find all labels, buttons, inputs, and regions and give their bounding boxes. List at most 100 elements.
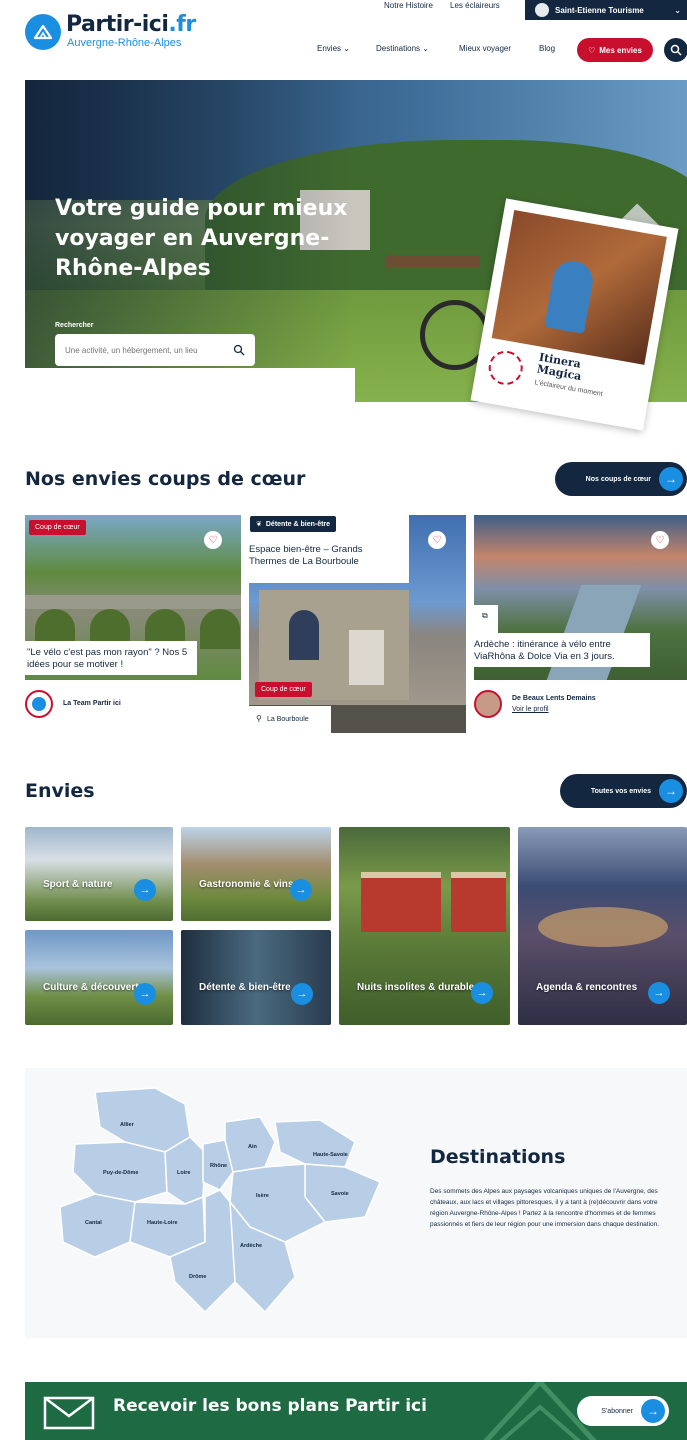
envie-tile-gastronomie[interactable]: Gastronomie & vins → <box>181 827 331 921</box>
nav-mieux-voyager[interactable]: Mieux voyager <box>459 44 511 53</box>
explorer-tagline: L'éclaireur du moment <box>533 379 604 399</box>
map-label-loire: Loire <box>177 1170 190 1176</box>
arrow-right-icon: → <box>134 983 156 1005</box>
thermes-door <box>289 610 319 660</box>
logo-icon <box>32 697 46 711</box>
envie-tile-sport[interactable]: Sport & nature → <box>25 827 173 921</box>
envie-label: Gastronomie & vins <box>199 879 294 890</box>
all-envies-button[interactable]: Toutes vos envies → <box>560 774 687 808</box>
explorer-name: Itinera Magica <box>535 350 583 384</box>
envie-label: Nuits insolites & durables <box>357 982 480 993</box>
hero-picnic-table <box>385 255 480 267</box>
author-avatar[interactable] <box>474 690 502 718</box>
envie-tile-nuits[interactable]: Nuits insolites & durables → <box>339 827 510 1025</box>
subscribe-button[interactable]: S'abonner → <box>577 1396 669 1426</box>
region-map: Allier Puy-de-Dôme Loire Rhône Ain Haute… <box>59 1087 381 1313</box>
envie-tile-detente[interactable]: Détente & bien-être → <box>181 930 331 1025</box>
all-envies-label: Toutes vos envies <box>590 787 651 795</box>
explorer-stamp <box>485 348 526 388</box>
card-thermes-title[interactable]: Espace bien-être – Grands Thermes de La … <box>247 538 405 572</box>
coups-button[interactable]: Nos coups de cœur → <box>555 462 687 496</box>
office-selector-button[interactable]: Saint-Etienne Tourisme ⌄ <box>525 0 687 20</box>
arrow-right-icon: → <box>648 982 670 1004</box>
chevron-down-icon: ⌄ <box>674 5 681 15</box>
location-label: La Bourboule <box>267 716 309 723</box>
my-envies-button[interactable]: ♡ Mes envies <box>577 38 653 62</box>
logo-title[interactable]: Partir-ici.fr <box>66 12 196 37</box>
arrow-right-icon: → <box>641 1399 665 1423</box>
envie-label: Détente & bien-être <box>199 982 291 993</box>
external-link-icon[interactable]: ⧉ <box>482 611 488 621</box>
card-ardeche-corner: ⧉ <box>474 605 498 633</box>
envie-label: Sport & nature <box>43 879 113 890</box>
newsletter-banner: Recevoir les bons plans Partir ici S'abo… <box>25 1382 687 1440</box>
roulotte <box>451 872 506 932</box>
map-label-savoie: Savoie <box>331 1191 349 1197</box>
hero-search-box[interactable] <box>55 334 255 366</box>
coup-de-coeur-badge: Coup de cœur <box>255 682 312 697</box>
favorite-heart-icon[interactable]: ♡ <box>204 531 222 549</box>
location-tag: ⚲ La Bourboule <box>249 706 331 733</box>
header-search-button[interactable] <box>664 38 687 62</box>
arrow-right-icon: → <box>659 467 683 491</box>
favorite-heart-icon[interactable]: ♡ <box>428 531 446 549</box>
coups-section-title: Nos envies coups de cœur <box>25 468 306 490</box>
map-label-isere: Isère <box>256 1193 269 1199</box>
hero-search-input[interactable] <box>65 345 225 355</box>
explorer-person <box>544 258 596 334</box>
envie-tile-culture[interactable]: Culture & découverte → <box>25 930 173 1025</box>
roulotte <box>361 872 441 932</box>
view-profile-link[interactable]: Voir le profil <box>512 706 549 713</box>
search-icon <box>670 44 682 56</box>
map-label-ardeche: Drôme <box>189 1274 206 1280</box>
favorite-heart-icon[interactable]: ♡ <box>651 531 669 549</box>
coups-button-label: Nos coups de cœur <box>585 475 651 483</box>
arrow-right-icon: → <box>290 879 312 901</box>
envie-tile-agenda[interactable]: Agenda & rencontres → <box>518 827 687 1025</box>
logo-tld: .fr <box>168 12 196 37</box>
arrow-right-icon: → <box>471 982 493 1004</box>
leaf-icon: ❦ <box>256 521 262 528</box>
envie-label: Culture & découverte <box>43 982 145 993</box>
search-label: Rechercher <box>55 322 94 329</box>
my-envies-label: Mes envies <box>599 45 642 55</box>
office-logo-icon <box>535 3 549 17</box>
card-ardeche-author[interactable]: De Beaux Lents Demains <box>512 695 596 702</box>
arrow-right-icon: → <box>134 879 156 901</box>
card-velo-title[interactable]: "Le vélo c'est pas mon rayon" ? Nos 5 id… <box>25 641 197 675</box>
category-label: Détente & bien-être <box>265 520 331 528</box>
map-label-allier: Allier <box>120 1122 135 1128</box>
logo-title-text: Partir-ici <box>66 12 169 37</box>
hero-white-corner <box>25 368 355 402</box>
top-link-histoire[interactable]: Notre Histoire <box>384 1 433 10</box>
map-label-haute-savoie: Haute-Savoie <box>313 1152 348 1158</box>
nav-destinations[interactable]: Destinations ⌄ <box>376 44 429 53</box>
newsletter-title: Recevoir les bons plans Partir ici <box>113 1396 427 1416</box>
amphitheatre <box>538 907 668 947</box>
card-velo-author[interactable]: La Team Partir ici <box>63 700 121 707</box>
author-avatar[interactable] <box>25 690 53 718</box>
thermes-window <box>349 630 384 685</box>
location-pin-icon: ⚲ <box>256 714 262 723</box>
card-ardeche-title[interactable]: Ardèche : itinérance à vélo entre ViaRhô… <box>472 633 650 667</box>
search-icon[interactable] <box>233 344 245 356</box>
subscribe-label: S'abonner <box>601 1407 633 1415</box>
envelope-icon <box>43 1396 95 1430</box>
viaduct-arch <box>200 609 240 649</box>
destinations-title: Destinations <box>430 1146 566 1168</box>
featured-explorer-card[interactable]: Itinera Magica L'éclaireur du moment <box>470 198 679 431</box>
hero-title: Votre guide pour mieux voyager en Auverg… <box>55 196 348 281</box>
logo-icon[interactable] <box>25 14 61 50</box>
office-selector-label: Saint-Etienne Tourisme <box>555 5 644 15</box>
nav-blog[interactable]: Blog <box>539 44 555 53</box>
arrow-right-icon: → <box>291 983 313 1005</box>
explorer-photo <box>491 209 667 365</box>
map-label-haute-loire: Haute-Loire <box>147 1220 178 1226</box>
logo-subtitle: Auvergne-Rhône-Alpes <box>67 37 182 49</box>
map-label-puy-de-dome: Puy-de-Dôme <box>103 1170 138 1176</box>
map-label-cantal: Cantal <box>85 1220 102 1226</box>
arrow-right-icon: → <box>659 779 683 803</box>
nav-envies[interactable]: Envies ⌄ <box>317 44 350 53</box>
top-link-eclaireurs[interactable]: Les éclaireurs <box>450 1 500 10</box>
map-dept-haute-savoie[interactable] <box>274 1119 356 1168</box>
